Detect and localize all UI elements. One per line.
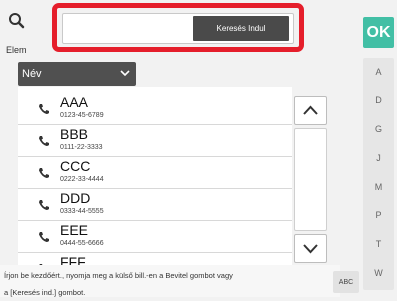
contact-name: FFF	[60, 254, 86, 265]
contact-name: AAA	[60, 94, 89, 110]
phone-icon	[38, 166, 50, 178]
hint-bar: Írjon be kezdőért., nyomja meg a külső b…	[0, 265, 340, 297]
list-scrollbar[interactable]	[294, 96, 327, 263]
index-item-j[interactable]: J	[363, 153, 394, 163]
search-input[interactable]	[67, 18, 189, 41]
chevron-down-icon	[303, 244, 318, 254]
hint-line-2: a [Keresés ind.] gombot.	[4, 288, 86, 297]
index-item-m[interactable]: M	[363, 182, 394, 192]
scroll-down-button[interactable]	[294, 234, 327, 263]
phone-icon	[38, 134, 50, 146]
search-box: Keresés Indul	[62, 13, 294, 44]
phone-icon	[38, 198, 50, 210]
search-start-button[interactable]: Keresés Indul	[193, 16, 289, 41]
list-item[interactable]: AAA 0123-45-6789	[18, 93, 292, 125]
contact-number: 0123-45-6789	[60, 112, 104, 119]
list-item[interactable]: FFF	[18, 253, 292, 265]
alphabet-index: A D G J M P T W	[363, 58, 394, 290]
index-item-p[interactable]: P	[363, 210, 394, 220]
index-item-a[interactable]: A	[363, 67, 394, 77]
contact-name: EEE	[60, 222, 89, 238]
index-item-d[interactable]: D	[363, 95, 394, 105]
contact-name: BBB	[60, 126, 89, 142]
search-icon[interactable]	[6, 10, 28, 32]
contact-number: 0444-55-6666	[60, 240, 104, 247]
ok-button[interactable]: OK	[363, 17, 394, 48]
item-label: Elem	[6, 45, 27, 55]
contact-name: CCC	[60, 158, 91, 174]
contact-list: AAA 0123-45-6789 BBB 0111-22-3333 CCC 02…	[18, 87, 292, 265]
contact-number: 0333-44-5555	[60, 208, 104, 215]
name-filter-select[interactable]: Név	[18, 62, 136, 86]
phone-icon	[38, 102, 50, 114]
phone-icon	[38, 230, 50, 242]
index-item-g[interactable]: G	[363, 124, 394, 134]
scroll-track[interactable]	[294, 128, 327, 231]
contact-number: 0111-22-3333	[60, 144, 103, 151]
chevron-down-icon	[119, 67, 131, 79]
list-item[interactable]: EEE 0444-55-6666	[18, 221, 292, 253]
list-item[interactable]: DDD 0333-44-5555	[18, 189, 292, 221]
chevron-up-icon	[303, 105, 318, 115]
scroll-up-button[interactable]	[294, 96, 327, 125]
index-item-w[interactable]: W	[363, 268, 394, 278]
hint-text: Írjon be kezdőért., nyomja meg a külső b…	[4, 267, 334, 301]
contact-name: DDD	[60, 190, 91, 206]
filter-selected-value: Név	[22, 68, 42, 80]
index-item-t[interactable]: T	[363, 239, 394, 249]
hint-line-1: Írjon be kezdőért., nyomja meg a külső b…	[4, 271, 233, 280]
list-item[interactable]: BBB 0111-22-3333	[18, 125, 292, 157]
list-item[interactable]: CCC 0222-33-4444	[18, 157, 292, 189]
abc-button[interactable]: ABC	[333, 271, 359, 293]
contact-number: 0222-33-4444	[60, 176, 104, 183]
